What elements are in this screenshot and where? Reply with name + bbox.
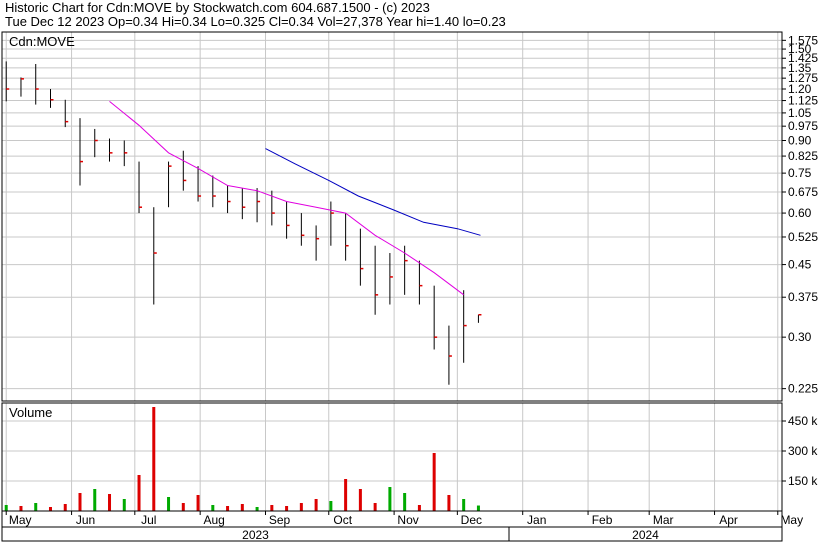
month-label: Sep	[269, 513, 291, 527]
month-label: Oct	[333, 513, 352, 527]
volume-bar	[255, 507, 259, 511]
price-tick-label: 0.375	[788, 290, 818, 304]
price-tick-label: 0.90	[788, 133, 812, 147]
price-bars	[5, 61, 482, 385]
volume-bar	[34, 503, 38, 511]
month-label: Nov	[397, 513, 418, 527]
volume-panel-frame	[1, 402, 783, 512]
month-label: Jul	[141, 513, 156, 527]
month-label: Mar	[653, 513, 674, 527]
volume-bars	[4, 407, 480, 511]
price-tick-label: 0.975	[788, 119, 818, 133]
price-tick-label: 0.825	[788, 149, 818, 163]
volume-bar	[211, 505, 215, 511]
volume-bar	[447, 495, 451, 511]
price-tick-label: 0.225	[788, 382, 818, 396]
volume-bar	[240, 504, 244, 511]
volume-bar	[417, 505, 421, 511]
month-label: May	[780, 513, 803, 527]
volume-tick-label: 300 k	[788, 444, 818, 458]
month-label: Aug	[203, 513, 224, 527]
volume-bar	[93, 489, 97, 511]
volume-bar	[137, 475, 141, 511]
volume-tick-label: 150 k	[788, 474, 818, 488]
volume-bar	[329, 501, 333, 511]
month-label: Feb	[592, 513, 613, 527]
year-label: 2024	[632, 528, 659, 542]
volume-bar	[476, 505, 480, 511]
price-tick-label: 0.525	[788, 230, 818, 244]
month-label: Dec	[461, 513, 482, 527]
volume-bar	[373, 503, 377, 511]
month-label: May	[9, 513, 32, 527]
volume-bar	[152, 407, 156, 511]
volume-bar	[344, 479, 348, 511]
year-label: 2023	[242, 528, 269, 542]
price-tick-label: 0.75	[788, 166, 812, 180]
volume-bar	[181, 503, 185, 511]
volume-bar	[314, 499, 318, 511]
moving-average-lines	[109, 101, 481, 296]
volume-bar	[108, 494, 112, 511]
price-tick-label: 0.60	[788, 206, 812, 220]
price-tick-label: 0.45	[788, 258, 812, 272]
price-tick-label: 0.30	[788, 330, 812, 344]
month-label: Apr	[719, 513, 738, 527]
volume-grid	[2, 403, 782, 511]
month-label: Jan	[527, 513, 546, 527]
volume-bar	[270, 505, 274, 511]
axis-labels: 1.5751.501.4251.351.2751.201.1251.050.97…	[5, 33, 818, 542]
volume-bar	[167, 497, 171, 511]
price-tick-label: 0.675	[788, 185, 818, 199]
volume-bar	[4, 505, 8, 511]
volume-bar	[63, 504, 67, 511]
volume-bar	[19, 506, 23, 511]
volume-bar	[432, 453, 436, 511]
price-panel-frame	[1, 31, 783, 402]
volume-bar	[403, 493, 407, 511]
volume-panel-label: Volume	[9, 405, 52, 420]
volume-bar	[388, 487, 392, 511]
price-panel-label: Cdn:MOVE	[9, 34, 75, 49]
volume-bar	[226, 506, 230, 511]
price-grid	[2, 32, 782, 401]
volume-tick-label: 450 k	[788, 414, 818, 428]
volume-bar	[285, 506, 289, 511]
historic-chart: 1.5751.501.4251.351.2751.201.1251.050.97…	[1, 31, 818, 542]
volume-bar	[358, 489, 362, 511]
volume-bar	[122, 499, 126, 511]
price-tick-label: 1.05	[788, 106, 812, 120]
month-label: Jun	[76, 513, 95, 527]
volume-bar	[78, 493, 82, 511]
volume-bar	[48, 507, 52, 511]
moving-average-short	[109, 101, 464, 296]
volume-bar	[196, 495, 200, 511]
volume-bar	[462, 499, 466, 511]
volume-bar	[299, 503, 303, 511]
